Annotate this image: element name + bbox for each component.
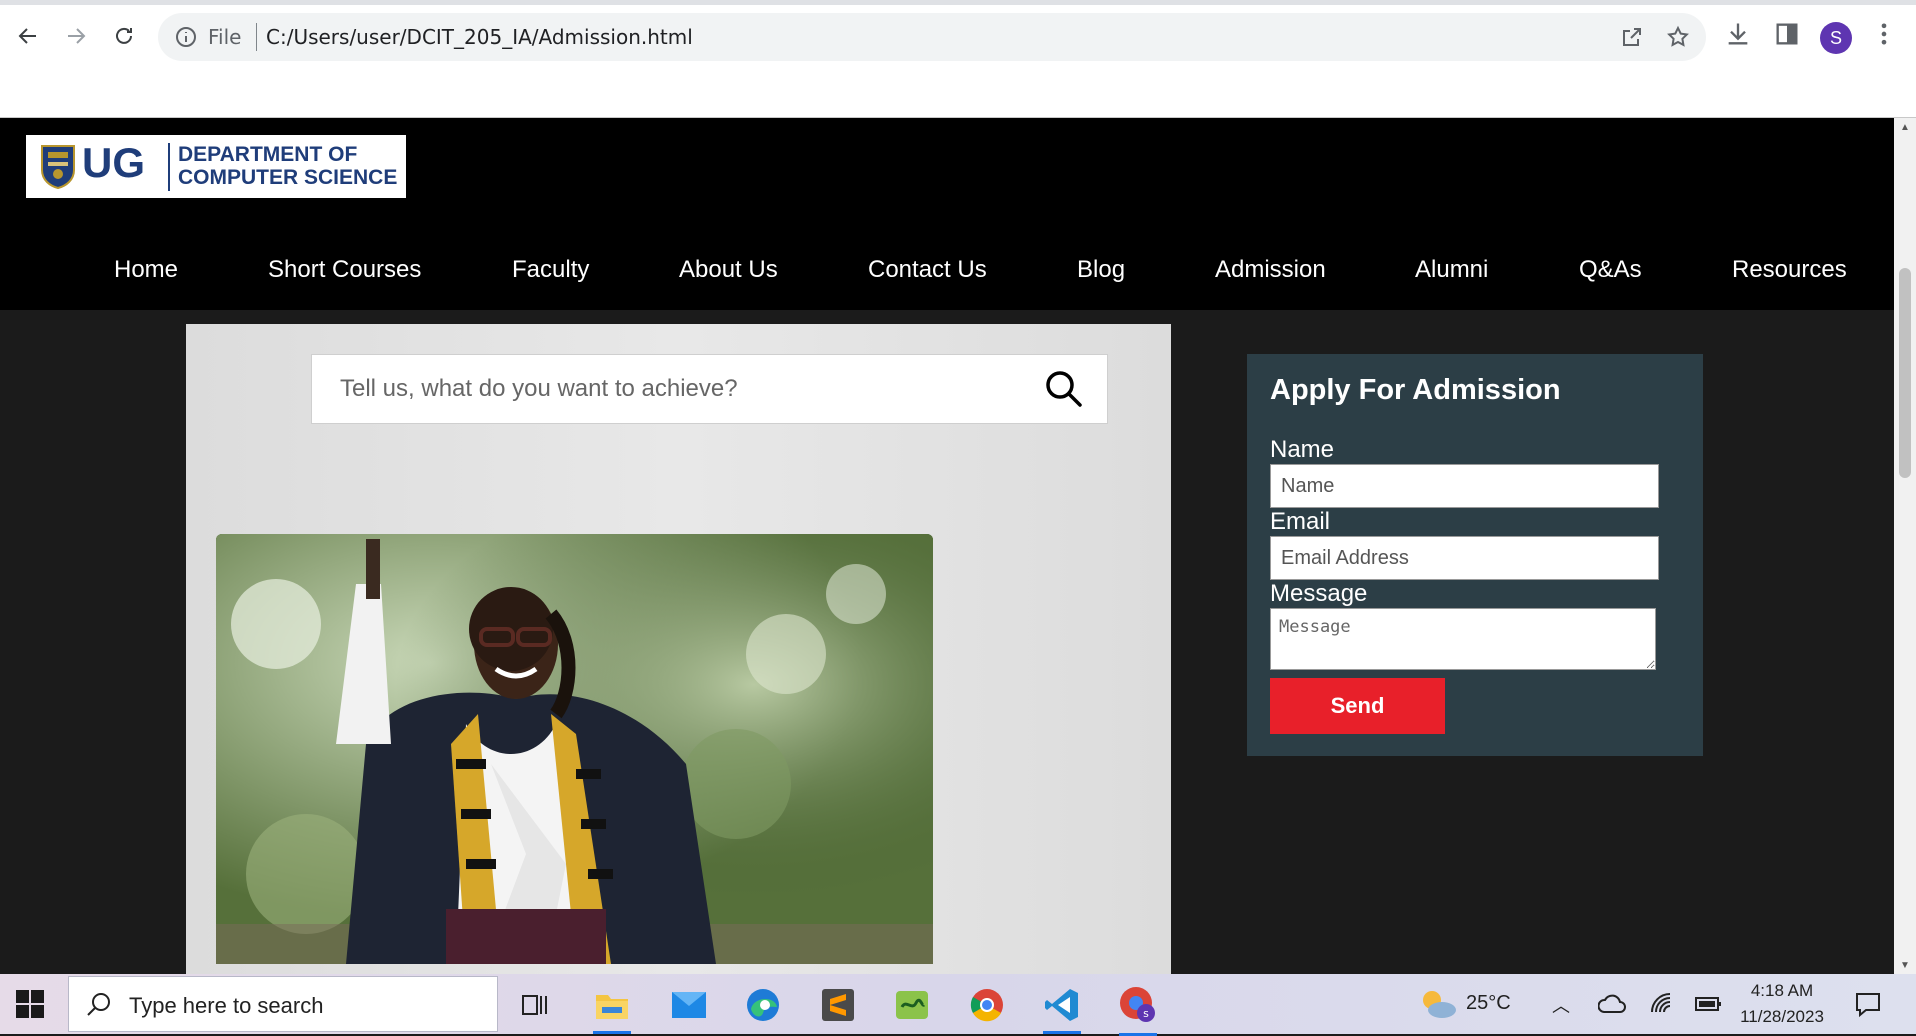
- notification-icon[interactable]: [1854, 990, 1882, 1018]
- arrow-right-icon: [68, 28, 86, 44]
- university-crest-icon: [41, 145, 75, 190]
- folder-icon: [596, 995, 628, 1019]
- site-header: UG DEPARTMENT OF COMPUTER SCIENCE Home S…: [0, 118, 1894, 310]
- graduate-photo: [216, 534, 933, 964]
- scroll-up-arrow-icon[interactable]: ▲: [1894, 118, 1916, 136]
- logo-line-1: DEPARTMENT OF: [178, 143, 358, 166]
- scroll-down-arrow-icon[interactable]: ▼: [1894, 956, 1916, 974]
- scrollbar-thumb[interactable]: [1899, 268, 1911, 478]
- download-icon[interactable]: [1724, 20, 1752, 48]
- task-view-button[interactable]: [512, 982, 558, 1028]
- main-navigation: Home Short Courses Faculty About Us Cont…: [0, 248, 1894, 298]
- windows-start-icon[interactable]: [14, 988, 46, 1020]
- nav-faculty[interactable]: Faculty: [512, 256, 589, 284]
- nav-alumni[interactable]: Alumni: [1415, 256, 1488, 284]
- graduate-photo-illustration: [216, 534, 933, 964]
- edge-icon: [747, 989, 779, 1021]
- mail-icon: [672, 992, 706, 1018]
- profile-avatar[interactable]: S: [1820, 22, 1852, 54]
- chevron-up-icon[interactable]: ︿: [1552, 992, 1570, 1018]
- nav-resources[interactable]: Resources: [1732, 256, 1847, 284]
- admission-form: Apply For Admission Name Email Message S…: [1247, 354, 1703, 756]
- chrome-profile-button[interactable]: s: [1115, 982, 1161, 1036]
- reload-icon: [116, 27, 132, 44]
- page-scrollbar[interactable]: ▲ ▼: [1894, 118, 1916, 974]
- reload-button[interactable]: [106, 18, 142, 54]
- cloud-icon[interactable]: [1598, 994, 1626, 1014]
- vscode-icon: [1045, 989, 1078, 1021]
- back-button[interactable]: [10, 18, 46, 54]
- chrome-profile-icon: s: [1120, 987, 1155, 1022]
- nav-contact-us[interactable]: Contact Us: [868, 256, 987, 284]
- system-clock[interactable]: 4:18 AM 11/28/2023: [1727, 978, 1837, 1030]
- name-label: Name: [1270, 436, 1335, 463]
- email-label: Email: [1270, 508, 1331, 535]
- nav-short-courses[interactable]: Short Courses: [268, 256, 421, 284]
- clock-time: 4:18 AM: [1750, 981, 1814, 1000]
- edge-button[interactable]: [740, 982, 786, 1028]
- taskbar-search-placeholder: Type here to search: [129, 993, 324, 1018]
- arrow-left-icon: [18, 28, 36, 44]
- file-scheme-label: File: [208, 25, 242, 49]
- search-input[interactable]: [340, 355, 1030, 423]
- admission-form-title: Apply For Admission: [1270, 374, 1561, 406]
- nav-admission[interactable]: Admission: [1215, 256, 1326, 284]
- logo-line-2: COMPUTER SCIENCE: [178, 166, 398, 189]
- more-menu-icon[interactable]: [1870, 20, 1898, 48]
- windows-taskbar: Type here to search s 25°C ︿ 4:18 AM 11/…: [0, 974, 1916, 1036]
- wifi-icon[interactable]: [1648, 990, 1674, 1016]
- main-content: [186, 324, 1171, 974]
- url-text[interactable]: C:/Users/user/DCIT_205_IA/Admission.html: [266, 25, 693, 49]
- svg-text:s: s: [1143, 1007, 1149, 1020]
- sublime-text-button[interactable]: [815, 982, 861, 1028]
- file-explorer-button[interactable]: [589, 982, 635, 1034]
- name-field[interactable]: [1270, 464, 1659, 508]
- nav-about-us[interactable]: About Us: [679, 256, 778, 284]
- tab-strip-edge: [0, 0, 1916, 5]
- nav-home[interactable]: Home: [114, 256, 178, 284]
- taskbar-search[interactable]: Type here to search: [68, 976, 498, 1032]
- site-logo[interactable]: UG DEPARTMENT OF COMPUTER SCIENCE: [26, 135, 406, 198]
- clock-date: 11/28/2023: [1740, 1007, 1824, 1026]
- mail-button[interactable]: [666, 982, 712, 1028]
- vscode-button[interactable]: [1039, 982, 1085, 1034]
- logo-department-text: DEPARTMENT OF COMPUTER SCIENCE: [168, 143, 397, 189]
- address-bar[interactable]: File C:/Users/user/DCIT_205_IA/Admission…: [158, 13, 1706, 61]
- message-label: Message: [1270, 580, 1368, 607]
- forward-button[interactable]: [58, 18, 94, 54]
- chrome-button[interactable]: [964, 982, 1010, 1028]
- info-icon[interactable]: [174, 25, 198, 49]
- weather-icon[interactable]: [1418, 986, 1458, 1022]
- game-app-button[interactable]: [889, 982, 935, 1028]
- logo-ug-text: UG: [82, 139, 145, 186]
- sublime-text-icon: [822, 989, 854, 1021]
- side-panel-icon[interactable]: [1773, 20, 1801, 48]
- address-separator: [256, 23, 257, 51]
- share-icon[interactable]: [1620, 25, 1644, 49]
- search-icon: [87, 993, 110, 1016]
- search-icon[interactable]: [1043, 368, 1085, 410]
- star-icon[interactable]: [1666, 25, 1690, 49]
- chrome-icon: [970, 989, 1003, 1022]
- weather-temperature[interactable]: 25°C: [1466, 992, 1511, 1015]
- browser-chrome: File C:/Users/user/DCIT_205_IA/Admission…: [0, 0, 1916, 118]
- nav-blog[interactable]: Blog: [1077, 256, 1125, 284]
- email-field[interactable]: [1270, 536, 1659, 580]
- message-field[interactable]: [1270, 608, 1656, 670]
- web-page: UG DEPARTMENT OF COMPUTER SCIENCE Home S…: [0, 118, 1894, 974]
- search-bar: [311, 354, 1108, 424]
- send-button[interactable]: Send: [1270, 678, 1445, 734]
- task-view-icon: [522, 995, 547, 1015]
- nav-qas[interactable]: Q&As: [1579, 256, 1642, 284]
- game-app-icon: [896, 991, 928, 1019]
- battery-icon[interactable]: [1694, 994, 1722, 1014]
